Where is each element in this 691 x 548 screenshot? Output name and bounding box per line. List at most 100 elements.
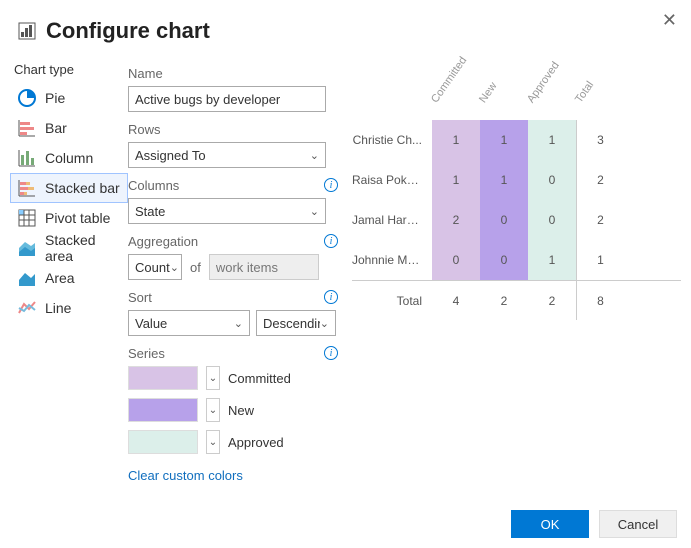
preview-total-row-label: Total — [352, 294, 432, 308]
series-name: Approved — [228, 435, 284, 450]
sort-by-select[interactable]: Value ⌄ — [128, 310, 250, 336]
sort-dir-value: Descending — [263, 316, 320, 331]
preview-row-total: 2 — [576, 200, 624, 240]
preview-row: Johnnie McL... 0 0 1 1 — [352, 240, 681, 280]
series-color-swatch[interactable] — [128, 430, 198, 454]
chart-type-label: Stacked bar — [45, 180, 120, 196]
aggregation-select[interactable]: Count ⌄ — [128, 254, 182, 280]
chart-type-stacked-bar[interactable]: Stacked bar — [10, 173, 128, 203]
series-name: Committed — [228, 371, 291, 386]
chevron-down-icon: ⌄ — [234, 317, 243, 330]
cancel-button[interactable]: Cancel — [599, 510, 677, 538]
chart-type-heading: Chart type — [14, 62, 128, 77]
sort-label-text: Sort — [128, 290, 152, 305]
sort-dir-select[interactable]: Descending ⌄ — [256, 310, 336, 336]
chart-type-label: Pivot table — [45, 210, 110, 226]
chart-type-label: Area — [45, 270, 75, 286]
stacked-area-icon — [17, 238, 37, 258]
chevron-down-icon: ⌄ — [310, 205, 319, 218]
chevron-down-icon: ⌄ — [310, 149, 319, 162]
series-color-swatch[interactable] — [128, 398, 198, 422]
columns-label: Columns i — [128, 176, 338, 194]
series-info-icon[interactable]: i — [324, 346, 338, 360]
preview-cell: 1 — [480, 160, 528, 200]
ok-button[interactable]: OK — [511, 510, 589, 538]
aggregation-info-icon[interactable]: i — [324, 234, 338, 248]
clear-colors-link[interactable]: Clear custom colors — [128, 468, 243, 483]
preview-row-total: 3 — [576, 120, 624, 160]
series-color-dropdown[interactable]: ⌄ — [206, 398, 220, 422]
sort-info-icon[interactable]: i — [324, 290, 338, 304]
preview-cell: 1 — [480, 120, 528, 160]
chart-type-label: Column — [45, 150, 93, 166]
preview-row: Jamal Hartn... 2 0 0 2 — [352, 200, 681, 240]
preview-cell: 0 — [528, 200, 576, 240]
name-label: Name — [128, 64, 338, 82]
aggregation-target-input — [209, 254, 319, 280]
series-color-swatch[interactable] — [128, 366, 198, 390]
series-row-committed: ⌄ Committed — [128, 366, 338, 390]
preview-row: Christie Ch... 1 1 1 3 — [352, 120, 681, 160]
stacked-bar-icon — [17, 178, 37, 198]
rows-label: Rows — [128, 120, 338, 138]
chart-type-label: Stacked area — [45, 232, 121, 264]
series-label: Series i — [128, 344, 338, 362]
config-form: Name Rows Assigned To ⌄ Columns i State … — [128, 62, 338, 483]
preview-cell: 0 — [480, 200, 528, 240]
series-color-dropdown[interactable]: ⌄ — [206, 366, 220, 390]
preview-cell: 0 — [528, 160, 576, 200]
preview-col-header-total: Total — [576, 69, 624, 115]
columns-info-icon[interactable]: i — [324, 178, 338, 192]
chart-type-area[interactable]: Area — [10, 263, 128, 293]
preview-col-total: 2 — [528, 281, 576, 320]
preview-cell: 0 — [432, 240, 480, 280]
preview-cell: 1 — [528, 120, 576, 160]
chart-type-column[interactable]: Column — [10, 143, 128, 173]
chart-type-bar[interactable]: Bar — [10, 113, 128, 143]
preview-cell: 1 — [432, 160, 480, 200]
preview-row-total: 1 — [576, 240, 624, 280]
pivot-preview: Committed New Approved Total Christie Ch… — [338, 62, 691, 483]
chart-icon — [18, 22, 36, 40]
preview-cell: 1 — [432, 120, 480, 160]
area-icon — [17, 268, 37, 288]
dialog-title: Configure chart — [46, 18, 210, 44]
aggregation-label-text: Aggregation — [128, 234, 198, 249]
aggregation-label: Aggregation i — [128, 232, 338, 250]
series-name: New — [228, 403, 254, 418]
series-label-text: Series — [128, 346, 165, 361]
chart-type-label: Line — [45, 300, 71, 316]
series-row-new: ⌄ New — [128, 398, 338, 422]
columns-label-text: Columns — [128, 178, 179, 193]
preview-row-label: Johnnie McL... — [352, 253, 432, 267]
preview-col-total: 4 — [432, 281, 480, 320]
chart-type-pie[interactable]: Pie — [10, 83, 128, 113]
chart-type-line[interactable]: Line — [10, 293, 128, 323]
preview-row-total: 2 — [576, 160, 624, 200]
name-input[interactable] — [128, 86, 326, 112]
close-button[interactable]: ✕ — [658, 6, 681, 35]
aggregation-of-text: of — [186, 260, 205, 275]
chevron-down-icon: ⌄ — [320, 317, 329, 330]
dialog-header: Configure chart — [0, 0, 691, 44]
preview-row-label: Jamal Hartn... — [352, 213, 432, 227]
chart-type-stacked-area[interactable]: Stacked area — [10, 233, 128, 263]
preview-row-label: Christie Ch... — [352, 133, 432, 147]
sort-by-value: Value — [135, 316, 167, 331]
chevron-down-icon: ⌄ — [170, 261, 179, 274]
series-color-dropdown[interactable]: ⌄ — [206, 430, 220, 454]
chart-type-pivot-table[interactable]: Pivot table — [10, 203, 128, 233]
preview-totals-row: Total 4 2 2 8 — [352, 280, 681, 320]
rows-select[interactable]: Assigned To ⌄ — [128, 142, 326, 168]
preview-col-total: 2 — [480, 281, 528, 320]
chart-type-label: Bar — [45, 120, 67, 136]
sort-label: Sort i — [128, 288, 338, 306]
preview-row: Raisa Pokro... 1 1 0 2 — [352, 160, 681, 200]
preview-cell: 1 — [528, 240, 576, 280]
preview-row-label: Raisa Pokro... — [352, 173, 432, 187]
columns-select[interactable]: State ⌄ — [128, 198, 326, 224]
columns-select-value: State — [135, 204, 165, 219]
rows-select-value: Assigned To — [135, 148, 206, 163]
pie-icon — [17, 88, 37, 108]
series-row-approved: ⌄ Approved — [128, 430, 338, 454]
